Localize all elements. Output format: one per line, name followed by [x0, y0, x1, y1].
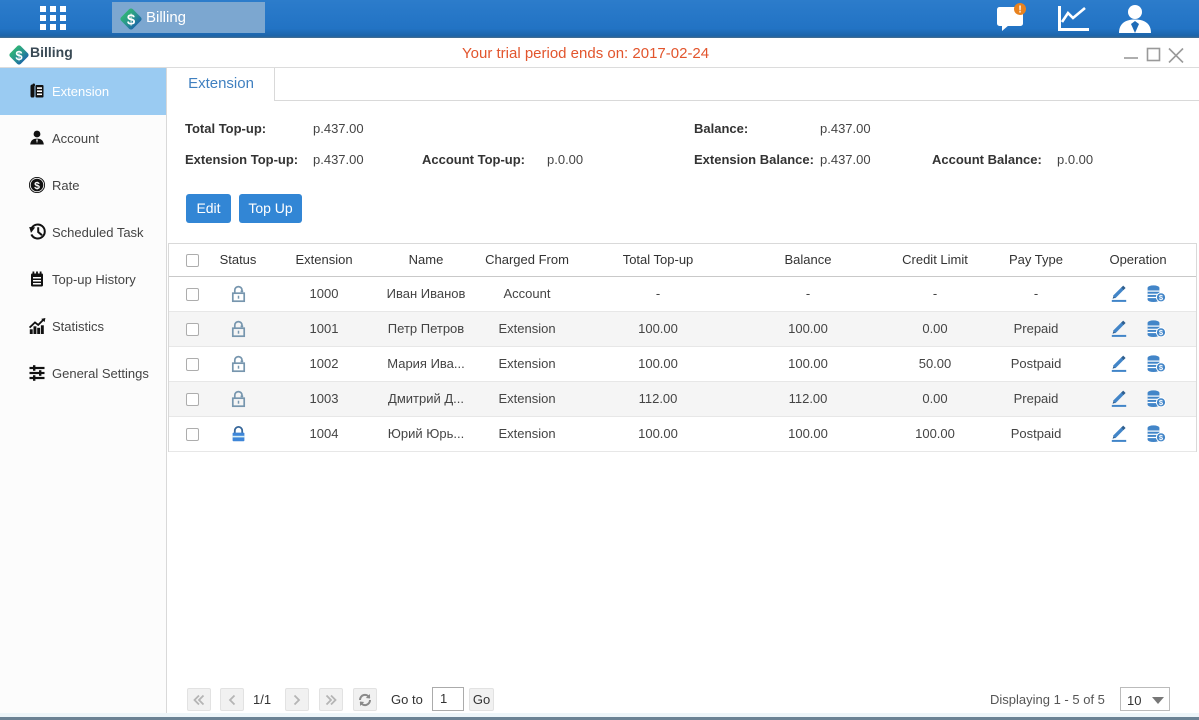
svg-text:$: $: [127, 12, 136, 29]
svg-text:!: !: [1018, 5, 1021, 16]
svg-text:$: $: [15, 48, 23, 63]
svg-text:$: $: [34, 180, 40, 192]
